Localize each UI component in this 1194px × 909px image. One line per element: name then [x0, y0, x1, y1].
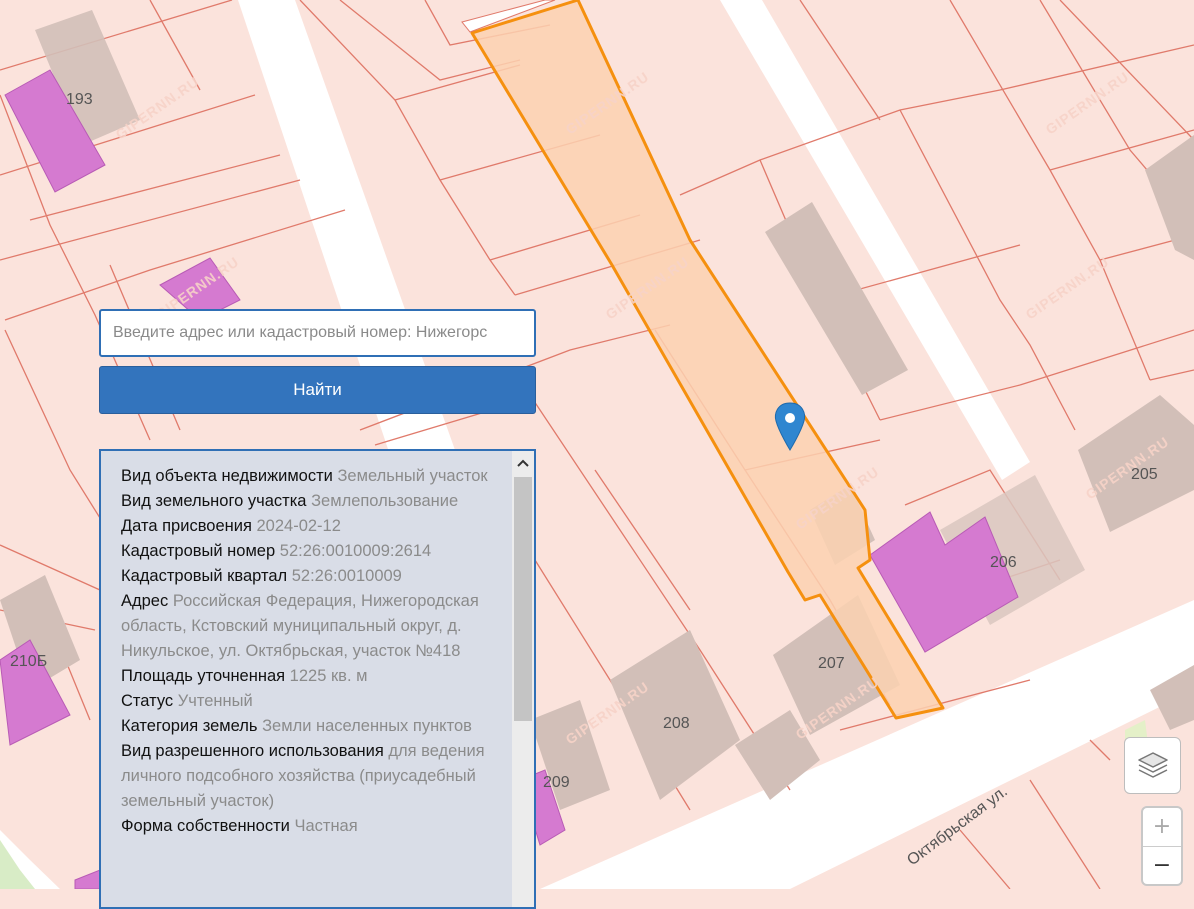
property-info-list: Вид объекта недвижимости Земельный участ…: [101, 451, 534, 839]
info-label: Категория земель: [121, 717, 258, 735]
zoom-in-button[interactable]: +: [1143, 808, 1181, 847]
info-scrollbar[interactable]: [512, 451, 534, 907]
info-row: Вид объекта недвижимости Земельный участ…: [121, 464, 510, 489]
info-value: Землепользование: [311, 492, 459, 510]
info-value: 52:26:0010009: [291, 567, 402, 585]
info-label: Кадастровый квартал: [121, 567, 288, 585]
info-label: Кадастровый номер: [121, 542, 276, 560]
layers-icon: [1137, 751, 1168, 778]
info-row: Кадастровый квартал 52:26:0010009: [121, 564, 510, 589]
info-value: Учтенный: [177, 692, 253, 710]
info-label: Вид разрешенного использования: [121, 742, 384, 760]
info-value: Российская Федерация, Нижегородская обла…: [121, 592, 479, 660]
zoom-out-button[interactable]: −: [1143, 847, 1181, 884]
info-row: Категория земель Земли населенных пункто…: [121, 714, 510, 739]
property-info-panel: Вид объекта недвижимости Земельный участ…: [99, 449, 536, 909]
info-label: Дата присвоения: [121, 517, 252, 535]
search-input[interactable]: [99, 309, 536, 357]
info-label: Вид земельного участка: [121, 492, 307, 510]
house-number-206: 206: [990, 554, 1017, 571]
scroll-thumb[interactable]: [514, 477, 532, 721]
info-label: Статус: [121, 692, 174, 710]
info-value: 52:26:0010009:2614: [279, 542, 432, 560]
info-row: Адрес Российская Федерация, Нижегородска…: [121, 589, 510, 664]
info-row: Кадастровый номер 52:26:0010009:2614: [121, 539, 510, 564]
info-value: Земли населенных пунктов: [262, 717, 472, 735]
info-value: Частная: [294, 817, 358, 835]
info-row: Вид земельного участка Землепользование: [121, 489, 510, 514]
info-value: 1225 кв. м: [289, 667, 368, 685]
info-label: Площадь уточненная: [121, 667, 286, 685]
layers-button[interactable]: [1124, 737, 1181, 794]
info-value: 2024-02-12: [256, 517, 341, 535]
info-label: Вид объекта недвижимости: [121, 467, 333, 485]
info-row: Вид разрешенного использования для веден…: [121, 739, 510, 814]
info-label: Форма собственности: [121, 817, 290, 835]
info-row: Дата присвоения 2024-02-12: [121, 514, 510, 539]
info-row: Статус Учтенный: [121, 689, 510, 714]
house-number-193: 193: [66, 91, 93, 108]
scroll-up-arrow-icon[interactable]: [512, 451, 534, 475]
info-label: Адрес: [121, 592, 169, 610]
house-number-209: 209: [543, 774, 570, 791]
info-row: Форма собственности Частная: [121, 814, 510, 839]
house-number-207: 207: [818, 655, 845, 672]
house-number-205: 205: [1131, 466, 1158, 483]
zoom-controls: + −: [1141, 806, 1183, 886]
info-value: Земельный участок: [337, 467, 488, 485]
search-button[interactable]: Найти: [99, 366, 536, 414]
house-number-210b: 210Б: [10, 653, 47, 670]
house-number-208: 208: [663, 715, 690, 732]
info-row: Площадь уточненная 1225 кв. м: [121, 664, 510, 689]
